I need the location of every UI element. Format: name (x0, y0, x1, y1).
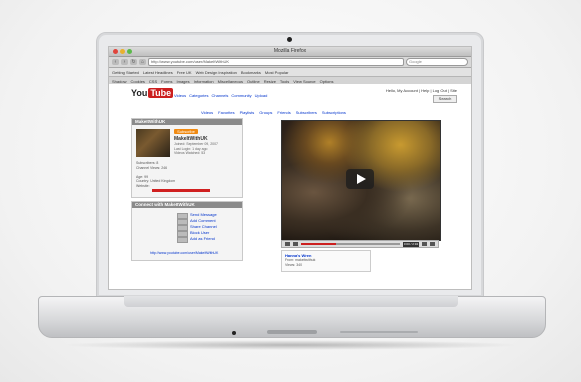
info-line: Videos Watched: 53 (174, 151, 206, 155)
toolbar-item[interactable]: Cookies (130, 79, 144, 84)
window-title: Mozilla Firefox (273, 48, 307, 54)
stat-line: Website: (136, 183, 150, 188)
connect-panel-title: Connect with MakeItWithUK (132, 202, 242, 208)
toolbar-item[interactable]: Information (194, 79, 214, 84)
youtube-page: You Tube Videos Categories Channels Comm… (109, 84, 471, 289)
video-controls: 0:00 / 2:34 (281, 240, 439, 248)
stat-line: Country: United Kingdom (136, 179, 176, 183)
bookmark-item[interactable]: Bookmarks (241, 70, 261, 75)
nav-link[interactable]: Videos (174, 93, 186, 98)
toolbar-item[interactable]: Forms (161, 79, 172, 84)
logo-you: You (131, 88, 148, 98)
fullscreen-icon[interactable] (430, 242, 435, 246)
bookmark-item[interactable]: Most Popular (265, 70, 289, 75)
toolbar-item[interactable]: Miscellaneous (218, 79, 243, 84)
play-pause-icon[interactable] (285, 242, 290, 246)
channel-nav-link[interactable]: Groups (259, 110, 272, 115)
keyboard-well (124, 296, 458, 307)
bookmarks-toolbar: Getting Started Latest Headlines Free UK… (109, 68, 471, 77)
toolbar-item[interactable]: Resize (264, 79, 276, 84)
nav-link[interactable]: Community (231, 93, 251, 98)
nav-link[interactable]: Upload (255, 93, 268, 98)
meta-line: Views: 340 (285, 262, 303, 267)
subscribe-button[interactable]: Subscribe (174, 129, 198, 134)
home-icon[interactable]: ⌂ (139, 59, 146, 65)
website-link[interactable] (152, 189, 210, 192)
add-friend-icon (177, 237, 188, 243)
meta-line: From: makeitwithuk (285, 258, 316, 262)
channel-avatar (136, 129, 170, 157)
forward-icon[interactable]: › (121, 59, 128, 65)
video-player[interactable] (281, 120, 441, 241)
optical-drive-slot (340, 331, 418, 333)
webcam-icon (287, 37, 292, 42)
info-line: Joined: September 09, 2007 (174, 142, 218, 146)
address-bar[interactable]: http://www.youtube.com/user/MakeItWithUK (148, 58, 404, 66)
toolbar-item[interactable]: Options (320, 79, 334, 84)
back-icon[interactable]: ‹ (112, 59, 119, 65)
progress-fill (301, 243, 336, 245)
skip-icon[interactable] (293, 242, 298, 246)
toolbar-item[interactable]: Tools (280, 79, 289, 84)
laptop-shadow (60, 340, 522, 350)
window-titlebar: Mozilla Firefox (109, 47, 471, 57)
laptop-screen: Mozilla Firefox ‹ › ↻ ⌂ http://www.youtu… (108, 46, 472, 290)
sleep-indicator-icon (232, 331, 236, 335)
channel-nav: Videos Favorites Playlists Groups Friend… (201, 110, 346, 115)
reload-icon[interactable]: ↻ (130, 59, 137, 65)
channel-nav-link[interactable]: Playlists (240, 110, 255, 115)
channel-stats: Subscribers: 8 Channel Views: 246 Age: 9… (136, 161, 175, 188)
user-links[interactable]: Hello, My Account | Help | Log Out | Sit… (386, 88, 457, 93)
channel-nav-link[interactable]: Subscriptions (322, 110, 346, 115)
youtube-logo[interactable]: You Tube (131, 88, 174, 98)
toolbar-item[interactable]: CSS (149, 79, 157, 84)
video-info-box: Hanna's Wren From: makeitwithuk Views: 3… (281, 250, 371, 272)
toolbar-item[interactable]: View Source (293, 79, 315, 84)
channel-nav-link[interactable]: Favorites (218, 110, 234, 115)
logo-tube: Tube (148, 88, 174, 98)
nav-link[interactable]: Channels (212, 93, 229, 98)
lid-latch (267, 330, 317, 334)
video-meta: From: makeitwithuk Views: 340 (285, 258, 315, 267)
bookmark-item[interactable]: Web Design Inspiration (196, 70, 237, 75)
time-display: 0:00 / 2:34 (403, 241, 419, 247)
progress-bar[interactable] (301, 243, 400, 245)
toolbar-item[interactable]: Shadow (112, 79, 126, 84)
connect-links: Send Message Add Comment Share Channel B… (190, 212, 217, 242)
channel-nav-link[interactable]: Subscribers (296, 110, 317, 115)
browser-navbar: ‹ › ↻ ⌂ http://www.youtube.com/user/Make… (109, 57, 471, 68)
connect-link[interactable]: Add as Friend (190, 236, 217, 242)
channel-nav-link[interactable]: Friends (277, 110, 290, 115)
channel-url[interactable]: http://www.youtube.com/user/MakeItWithUK (150, 251, 218, 255)
bookmark-item[interactable]: Latest Headlines (143, 70, 173, 75)
browser-search-input[interactable]: Google (406, 58, 468, 66)
channel-panel-title: MakeItWithUK (132, 119, 242, 125)
youtube-top-nav: Videos Categories Channels Community Upl… (174, 93, 267, 98)
search-button[interactable]: Search (433, 95, 457, 103)
channel-info: Joined: September 09, 2007 Last Login: 1… (174, 142, 218, 156)
channel-info-panel: MakeItWithUK Subscribe MakeItWithUK Join… (131, 118, 243, 198)
play-icon (357, 174, 366, 184)
nav-link[interactable]: Categories (189, 93, 208, 98)
bookmark-item[interactable]: Free UK (177, 70, 192, 75)
volume-icon[interactable] (422, 242, 427, 246)
toolbar-item[interactable]: Outline (247, 79, 260, 84)
channel-nav-link[interactable]: Videos (201, 110, 213, 115)
toolbar-item[interactable]: Images (177, 79, 190, 84)
bookmark-item[interactable]: Getting Started (112, 70, 139, 75)
connect-panel: Connect with MakeItWithUK Send Message A… (131, 201, 243, 261)
